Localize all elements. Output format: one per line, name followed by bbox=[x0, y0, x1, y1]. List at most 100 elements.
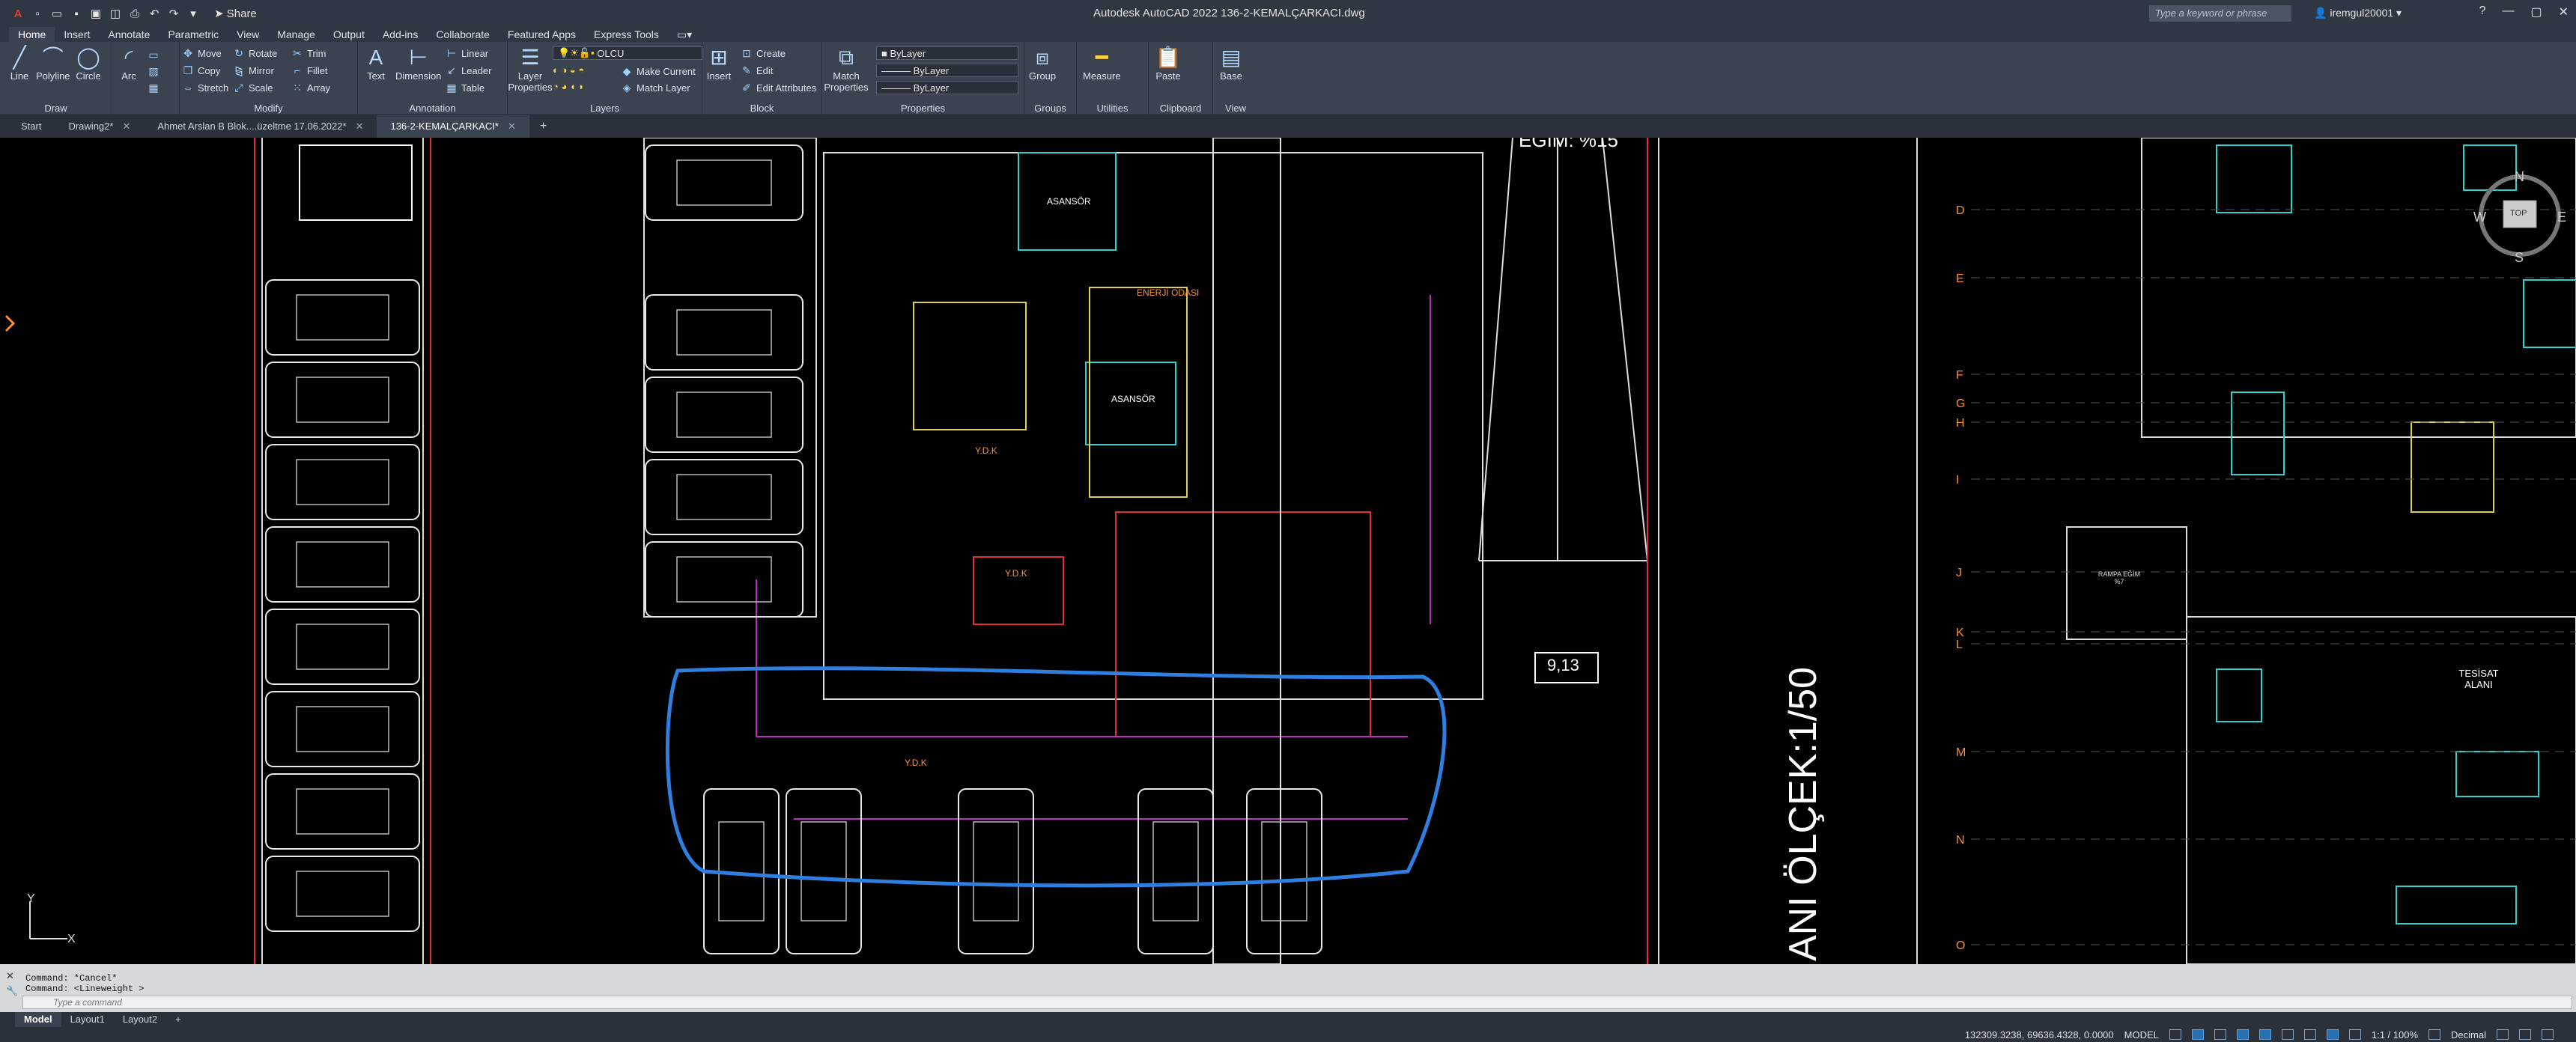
plot-icon[interactable]: ⎙ bbox=[127, 6, 142, 21]
stretch-tool[interactable]: ⇔ Stretch bbox=[181, 81, 228, 94]
drawing-canvas[interactable]: D E F GH I J KL M N O EĞİM: %15 9,13 ANI ÖLÇEK:1/… bbox=[0, 138, 2576, 964]
fullscreen-icon[interactable] bbox=[2519, 1029, 2531, 1040]
annotation-scale[interactable]: 1:1 / 100% bbox=[2372, 1029, 2418, 1041]
lineweight-icon[interactable] bbox=[2281, 1029, 2294, 1040]
polar-icon[interactable] bbox=[2236, 1029, 2249, 1040]
match-properties-button[interactable]: ⧉ Match Properties bbox=[824, 43, 868, 93]
layer-tools-row1[interactable]: ◐ ◑ ◒ ◓ bbox=[553, 64, 584, 76]
table-tool[interactable]: ▦ Table bbox=[445, 81, 484, 94]
undo-icon[interactable]: ↶ bbox=[147, 6, 162, 21]
lineweight-dropdown[interactable]: ——— ByLayer bbox=[876, 81, 1018, 94]
redo-icon[interactable]: ↷ bbox=[166, 6, 181, 21]
user-account[interactable]: 👤 iremgul20001 ▾ bbox=[2314, 7, 2402, 19]
new-icon[interactable]: ▫ bbox=[30, 6, 45, 21]
circle-tool[interactable]: ◯ Circle bbox=[75, 43, 102, 82]
polyline-tool[interactable]: ⌒ Polyline bbox=[36, 43, 70, 82]
arc-tool[interactable]: ◜ Arc bbox=[115, 43, 142, 82]
coordinates-readout[interactable]: 132309.3238, 69636.4328, 0.0000 bbox=[1965, 1029, 2114, 1041]
tab-layout1[interactable]: Layout1 bbox=[61, 1012, 114, 1027]
ribbon-tab-collaborate[interactable]: Collaborate bbox=[427, 27, 499, 42]
isolate-icon[interactable] bbox=[2497, 1029, 2509, 1040]
fillet-tool[interactable]: ⌐ Fillet bbox=[291, 64, 328, 77]
copy-tool[interactable]: ❐ Copy bbox=[181, 64, 221, 77]
boundary-tool[interactable]: ▦ bbox=[147, 81, 160, 94]
view-panel-label[interactable]: View bbox=[1213, 103, 1258, 114]
doc-tab-start[interactable]: Start bbox=[7, 115, 55, 138]
layers-panel-label[interactable]: Layers bbox=[508, 103, 702, 114]
osnap-icon[interactable] bbox=[2258, 1029, 2271, 1040]
ortho-icon[interactable] bbox=[2214, 1029, 2226, 1040]
trim-tool[interactable]: ✂ Trim bbox=[291, 46, 326, 60]
add-layout-icon[interactable]: + bbox=[166, 1012, 190, 1027]
block-panel-label[interactable]: Block bbox=[702, 103, 821, 114]
layer-dropdown[interactable]: 💡☀🔓▪ OLCU bbox=[553, 46, 702, 60]
doc-tab-drawing2[interactable]: Drawing2* ✕ bbox=[55, 115, 144, 138]
ribbon-tab-parametric[interactable]: Parametric bbox=[159, 27, 228, 42]
ribbon-tab-output[interactable]: Output bbox=[324, 27, 374, 42]
units-display[interactable]: Decimal bbox=[2451, 1029, 2486, 1041]
app-menu-icon[interactable]: A bbox=[10, 6, 25, 21]
scale-tool[interactable]: ⤢ Scale bbox=[232, 81, 273, 94]
groups-panel-label[interactable]: Groups bbox=[1024, 103, 1076, 114]
help-icon[interactable]: ? bbox=[2479, 4, 2486, 19]
open-icon[interactable]: ▭ bbox=[49, 6, 64, 21]
search-input[interactable]: Type a keyword or phrase bbox=[2149, 5, 2291, 22]
rectangle-tool[interactable]: ▭ bbox=[147, 48, 160, 61]
edit-block-button[interactable]: ✎ Edit bbox=[740, 64, 773, 77]
draw-panel-label[interactable]: Draw bbox=[0, 103, 112, 114]
annotation-panel-label[interactable]: Annotation bbox=[358, 103, 507, 114]
close-icon[interactable]: ✕ bbox=[2559, 4, 2569, 19]
ribbon-tab-express-tools[interactable]: Express Tools bbox=[585, 27, 668, 42]
web-icon[interactable]: ◫ bbox=[108, 6, 123, 21]
edit-attributes-button[interactable]: ✐ Edit Attributes bbox=[740, 81, 816, 94]
save-icon[interactable]: ▪ bbox=[69, 6, 84, 21]
chevron-down-icon[interactable]: ▾ bbox=[186, 6, 201, 21]
array-tool[interactable]: ⁙ Array bbox=[291, 81, 330, 94]
share-button[interactable]: ➤ Share bbox=[214, 7, 257, 20]
snap-icon[interactable] bbox=[2191, 1029, 2204, 1040]
ribbon-tab-add-ins[interactable]: Add-ins bbox=[374, 27, 427, 42]
ribbon-options-icon[interactable]: ▭▾ bbox=[668, 27, 701, 42]
layer-tools-row2[interactable]: ◔ ◕ ◖ ◗ bbox=[553, 81, 584, 92]
ribbon-tab-manage[interactable]: Manage bbox=[268, 27, 324, 42]
customize-icon[interactable] bbox=[2542, 1029, 2554, 1040]
close-icon[interactable]: ✕ bbox=[356, 115, 364, 138]
properties-panel-label[interactable]: Properties bbox=[822, 103, 1024, 114]
selection-cycling-icon[interactable] bbox=[2326, 1029, 2339, 1040]
modify-panel-label[interactable]: Modify bbox=[180, 103, 357, 114]
move-tool[interactable]: ✥ Move bbox=[181, 46, 222, 60]
leader-tool[interactable]: ↙ Leader bbox=[445, 64, 491, 77]
mirror-tool[interactable]: ⧎ Mirror bbox=[232, 64, 274, 77]
base-button[interactable]: ▤ Base bbox=[1218, 43, 1245, 82]
linetype-dropdown[interactable]: ——— ByLayer bbox=[876, 64, 1018, 77]
side-panel-arrow-icon[interactable] bbox=[4, 314, 16, 332]
doc-tab-ahmet-arslan[interactable]: Ahmet Arslan B Blok....üzeltme 17.06.202… bbox=[144, 115, 377, 138]
dimension-tool[interactable]: ⊢ Dimension bbox=[395, 43, 441, 82]
create-block-button[interactable]: ⊡ Create bbox=[740, 46, 786, 60]
ribbon-tab-featured-apps[interactable]: Featured Apps bbox=[499, 27, 585, 42]
rotate-tool[interactable]: ↻ Rotate bbox=[232, 46, 277, 60]
paste-button[interactable]: 📋 Paste bbox=[1155, 43, 1182, 82]
new-tab-icon[interactable]: + bbox=[529, 120, 557, 133]
ribbon-tab-home[interactable]: Home bbox=[9, 27, 55, 42]
group-button[interactable]: ⧈ Group bbox=[1029, 43, 1056, 82]
tab-model[interactable]: Model bbox=[15, 1012, 61, 1027]
ribbon-tab-insert[interactable]: Insert bbox=[55, 27, 99, 42]
minimize-icon[interactable]: — bbox=[2502, 4, 2514, 19]
close-command-icon[interactable]: ✕ bbox=[6, 970, 14, 982]
line-tool[interactable]: ╱ Line bbox=[6, 43, 33, 82]
workspace-icon[interactable] bbox=[2428, 1029, 2441, 1040]
transparency-icon[interactable] bbox=[2303, 1029, 2316, 1040]
doc-tab-kemalcarkaci[interactable]: 136-2-KEMALÇARKACI* ✕ bbox=[377, 115, 529, 138]
text-tool[interactable]: A Text bbox=[362, 43, 389, 82]
clipboard-panel-label[interactable]: Clipboard bbox=[1149, 103, 1212, 114]
color-dropdown[interactable]: ■ ByLayer bbox=[876, 46, 1018, 60]
grid-icon[interactable] bbox=[2169, 1029, 2181, 1040]
ribbon-tab-annotate[interactable]: Annotate bbox=[99, 27, 159, 42]
annotation-visibility-icon[interactable] bbox=[2348, 1029, 2361, 1040]
view-cube-top[interactable]: TOP bbox=[2510, 209, 2527, 218]
close-icon[interactable]: ✕ bbox=[508, 115, 516, 138]
layer-properties-button[interactable]: ☰ Layer Properties bbox=[508, 43, 552, 93]
insert-button[interactable]: ⊞ Insert bbox=[705, 43, 732, 82]
save-as-icon[interactable]: ▣ bbox=[88, 6, 103, 21]
